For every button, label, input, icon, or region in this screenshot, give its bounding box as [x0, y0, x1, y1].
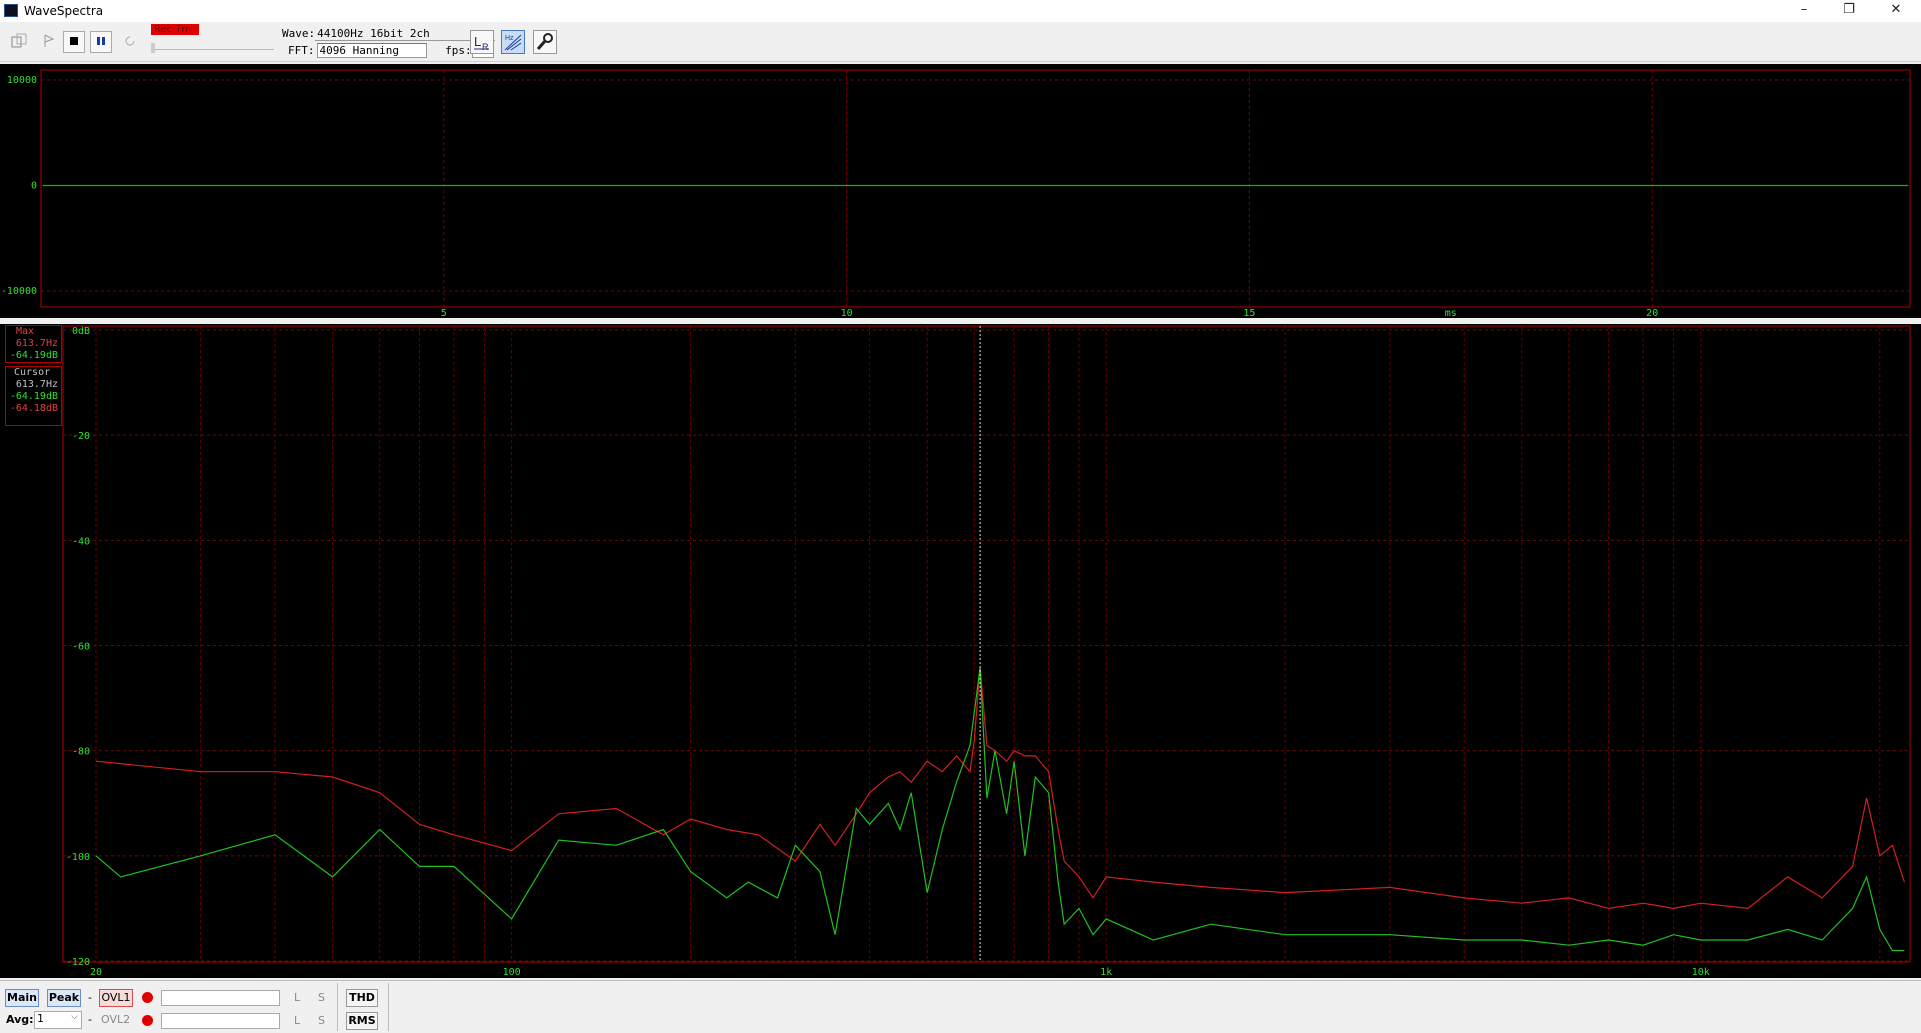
spec-y-tick-label: -40 [72, 536, 90, 547]
wave-x-tick-label: 15 [1243, 308, 1255, 318]
main-button[interactable]: Main [5, 989, 39, 1007]
svg-text:R: R [482, 42, 489, 52]
cursor-readout: Cursor 613.7Hz -64.19dB -64.18dB [5, 366, 62, 426]
ovl1-led-icon [142, 992, 153, 1003]
wrench-icon [536, 33, 553, 50]
ovl2-indicator[interactable]: OVL2 [101, 1013, 130, 1026]
peak-button[interactable]: Peak [47, 989, 81, 1007]
cursor-frequency: 613.7Hz [15, 379, 58, 390]
current-spectrum-trace [95, 667, 1905, 952]
waveform-panel[interactable]: 10000 0 -10000 5 10 15 ms 20 [0, 64, 1921, 319]
spec-x-tick-label: 10k [1692, 967, 1710, 978]
spec-y-tick-label: 0dB [72, 326, 90, 337]
wave-y-tick-label: 10000 [7, 75, 37, 86]
ovl2-left-label: L [294, 1014, 301, 1027]
spectrum-chart: 0dB -20 -40 -60 -80 -100 -12020 100 1k 10k [62, 325, 1911, 978]
fft-info: FFT:4096 Hanning fps:57 [288, 43, 494, 58]
ovl1-meter [161, 990, 280, 1006]
wave-x-unit-label: ms [1445, 308, 1457, 318]
pause-icon [97, 37, 105, 45]
fps-label: fps: [445, 44, 472, 57]
wave-info: Wave: 44100Hz 16bit 2ch [282, 27, 496, 41]
max-readout: Max 613.7Hz -64.19dB [5, 325, 62, 363]
spec-y-tick-label: -20 [72, 431, 90, 442]
ovl2-stereo-label: S [318, 1014, 325, 1027]
close-button[interactable]: ✕ [1873, 0, 1919, 22]
separator-dash: - [88, 991, 92, 1004]
spec-y-tick-label: -120 [66, 957, 90, 968]
slider-thumb[interactable] [151, 43, 155, 53]
avg-value: 1 [37, 1012, 44, 1025]
lr-channel-button[interactable]: LR [470, 30, 494, 54]
wave-format-field: 44100Hz 16bit 2ch [315, 27, 496, 41]
status-divider-2 [388, 983, 389, 1031]
rec-time-slider[interactable] [151, 39, 274, 53]
ovl1-indicator[interactable]: OVL1 [99, 989, 133, 1007]
lr-icon: LR [474, 34, 489, 52]
thd-button[interactable]: THD [346, 989, 378, 1007]
ovl1-stereo-label: S [318, 991, 325, 1004]
max-title: Max [16, 326, 35, 337]
max-level: -64.19dB [9, 350, 58, 361]
cursor-level-red: -64.18dB [9, 403, 58, 414]
stop-icon [70, 37, 78, 45]
separator-dash-2: - [88, 1013, 92, 1026]
wave-x-tick-label: 5 [441, 308, 447, 318]
wave-label: Wave: [282, 27, 316, 40]
loop-icon[interactable] [119, 31, 141, 53]
fft-label: FFT: [288, 44, 315, 57]
minimize-button[interactable]: – [1781, 0, 1827, 22]
wave-y-tick-label: 0 [31, 181, 37, 192]
avg-select[interactable]: 1 ⌵ [34, 1011, 82, 1029]
rec-time-indicator: Rec Tm [151, 24, 199, 35]
title-bar: WaveSpectra – ❐ ✕ [0, 0, 1921, 22]
waveform-chart: 10000 0 -10000 5 10 15 ms 20 [1, 69, 1911, 319]
cursor-title: Cursor [14, 367, 51, 378]
svg-text:Hz: Hz [505, 35, 514, 42]
max-spectrum-trace [95, 667, 1905, 910]
spec-y-tick-label: -60 [72, 642, 90, 653]
pause-button[interactable] [90, 31, 112, 53]
spec-x-tick-label: 20 [90, 967, 102, 978]
spec-x-tick-label: 1k [1100, 967, 1112, 978]
stop-button[interactable] [63, 31, 85, 53]
waveform-frame [40, 69, 1911, 308]
chevron-down-icon: ⌵ [71, 1012, 78, 1022]
spec-y-tick-label: -80 [72, 747, 90, 758]
spec-x-tick-label: 100 [503, 967, 521, 978]
spectrum-frame [62, 325, 1911, 963]
ovl2-meter [161, 1013, 280, 1029]
wave-x-tick-label: 20 [1646, 308, 1658, 318]
rms-button[interactable]: RMS [346, 1012, 378, 1030]
ovl2-led-icon [142, 1015, 153, 1026]
app-icon [4, 4, 18, 17]
cursor-level-green: -64.19dB [9, 391, 58, 402]
svg-text:L: L [474, 34, 481, 49]
wave-x-tick-label: 10 [841, 308, 853, 318]
spec-y-tick-label: -100 [66, 852, 90, 863]
ovl1-left-label: L [294, 991, 301, 1004]
frequency-axis-button[interactable]: Hz [501, 30, 525, 54]
max-frequency: 613.7Hz [15, 338, 58, 349]
hz-scale-icon: Hz [504, 34, 522, 51]
open-file-icon[interactable] [8, 31, 30, 53]
status-divider [337, 983, 338, 1031]
status-bar: Main Peak - OVL1 L S THD Avg: 1 ⌵ - OVL2… [0, 980, 1921, 1033]
restore-button[interactable]: ❐ [1826, 0, 1872, 22]
wave-y-tick-label: -10000 [1, 286, 37, 297]
fft-setting-field[interactable]: 4096 Hanning [316, 43, 427, 58]
toolbar: Rec Tm Wave: 44100Hz 16bit 2ch FFT: 4096 H… [0, 22, 1921, 62]
window-title: WaveSpectra [24, 4, 104, 18]
settings-button[interactable] [533, 30, 557, 54]
avg-label: Avg: [6, 1013, 34, 1026]
spectrum-panel[interactable]: 0dB -20 -40 -60 -80 -100 -120 20 100 1k 10k [0, 324, 1921, 978]
play-icon[interactable] [38, 31, 60, 53]
